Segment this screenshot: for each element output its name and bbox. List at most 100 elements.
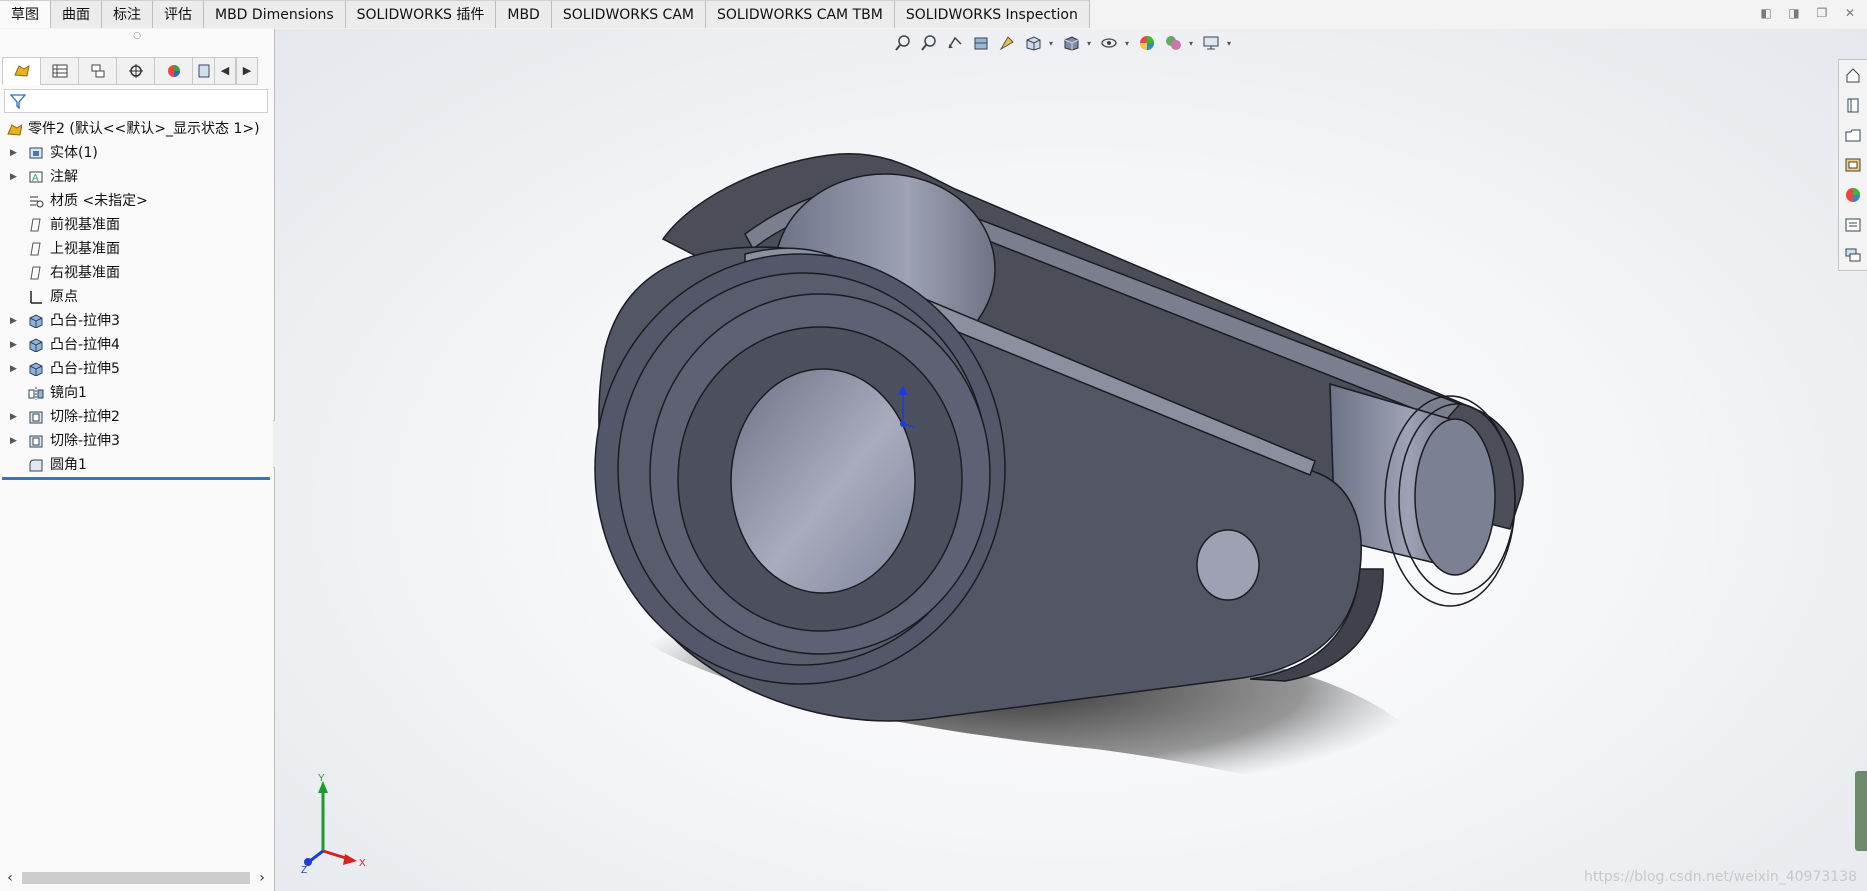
tree-item[interactable]: ▶ 切除-拉伸3 (0, 429, 274, 453)
tile-left-icon[interactable]: ◧ (1759, 6, 1773, 20)
feature-manager-icon (13, 64, 30, 77)
tree-horizontal-scrollbar[interactable]: ‹ › (2, 868, 270, 888)
file-explorer-icon[interactable] (1839, 120, 1867, 150)
restore-window-icon[interactable]: ❐ (1815, 6, 1829, 20)
tree-item-label: 切除-拉伸3 (50, 433, 120, 449)
tree-item[interactable]: ▶ 凸台-拉伸5 (0, 357, 274, 381)
custom-properties-icon[interactable] (1839, 210, 1867, 240)
tree-root-label: 零件2 (默认<<默认>_显示状态 1>) (28, 121, 260, 137)
property-manager-tab[interactable] (40, 57, 78, 85)
command-tab[interactable]: 标注 (102, 0, 153, 28)
tree-root-part[interactable]: 零件2 (默认<<默认>_显示状态 1>) (0, 117, 274, 141)
tree-item[interactable]: 右视基准面 (0, 261, 274, 285)
tree-item[interactable]: 圆角1 (0, 453, 274, 477)
command-tab[interactable]: SOLIDWORKS CAM TBM (705, 0, 895, 28)
model-render[interactable]: Y X Z (275, 29, 1867, 891)
display-manager-icon (167, 65, 180, 77)
forum-icon[interactable] (1839, 240, 1867, 270)
configuration-manager-tab[interactable] (78, 57, 116, 85)
plane-icon (30, 242, 41, 256)
view-palette-icon[interactable] (1839, 150, 1867, 180)
feature-tree: 零件2 (默认<<默认>_显示状态 1>) ▶ 实体(1) ▶ A 注解 材质 <未指定>… (0, 117, 274, 477)
scroll-thumb[interactable] (22, 872, 250, 884)
tabs-scroll-left-button[interactable]: ◀ (214, 57, 236, 85)
tree-item[interactable]: ▶ 实体(1) (0, 141, 274, 165)
filter-icon (9, 94, 27, 110)
tree-item[interactable]: ▶ 凸台-拉伸4 (0, 333, 274, 357)
close-window-icon[interactable]: ✕ (1843, 6, 1857, 20)
svg-text:A: A (32, 173, 39, 184)
expand-arrow-icon[interactable]: ▶ (10, 429, 20, 453)
command-tab[interactable]: SOLIDWORKS 插件 (345, 0, 497, 28)
tree-item-label: 前视基准面 (50, 217, 120, 233)
expand-arrow-icon[interactable]: ▶ (10, 309, 20, 333)
task-pane-tabs (1838, 59, 1867, 271)
tree-item[interactable]: ▶ A 注解 (0, 165, 274, 189)
material-icon (30, 196, 44, 208)
command-tab[interactable]: MBD Dimensions (204, 0, 346, 28)
tree-item[interactable]: ▶ 凸台-拉伸3 (0, 309, 274, 333)
tree-item-label: 材质 <未指定> (50, 193, 148, 209)
command-manager-tabbar: 草图 曲面 标注 评估 MBD Dimensions SOLIDWORKS 插件 MBD SO… (0, 0, 1867, 30)
tree-item-label: 镜向1 (50, 385, 87, 401)
tree-item[interactable]: 前视基准面 (0, 213, 274, 237)
command-tab[interactable]: SOLIDWORKS Inspection (894, 0, 1090, 28)
part-icon (7, 124, 22, 136)
tree-item[interactable]: 原点 (0, 285, 274, 309)
fillet-icon (29, 459, 43, 472)
window-controls: ◧ ◨ ❐ ✕ (1759, 6, 1857, 20)
triad-x-label: X (359, 858, 366, 869)
tree-item[interactable]: 材质 <未指定> (0, 189, 274, 213)
tree-item[interactable]: 上视基准面 (0, 237, 274, 261)
command-tab[interactable]: 评估 (153, 0, 204, 28)
scroll-left-arrow-icon[interactable]: ‹ (2, 868, 18, 888)
tree-item-label: 圆角1 (50, 457, 87, 473)
tree-item-label: 凸台-拉伸5 (50, 361, 120, 377)
solid-bodies-icon (29, 147, 43, 159)
feature-manager-tab[interactable] (2, 57, 40, 85)
expand-arrow-icon[interactable]: ▶ (10, 141, 20, 165)
design-library-icon[interactable] (1839, 90, 1867, 120)
appearances-scenes-icon[interactable] (1839, 180, 1867, 210)
rollback-bar[interactable] (2, 477, 270, 480)
part-geometry[interactable] (594, 152, 1524, 722)
command-tabs: 草图 曲面 标注 评估 MBD Dimensions SOLIDWORKS 插件 MBD SO… (0, 0, 1090, 29)
tree-item[interactable]: 镜向1 (0, 381, 274, 405)
graphics-area[interactable]: ▾ ▾ ▾ ▾ ▾ Y X Z https://blog.csdn.net/we… (275, 29, 1867, 891)
display-manager-tab[interactable] (154, 57, 192, 85)
boss-extrude-icon (29, 338, 43, 352)
dimxpert-icon (128, 64, 143, 78)
panel-sash[interactable]: ○ (0, 29, 274, 43)
property-manager-icon (52, 64, 67, 78)
command-tab[interactable]: SOLIDWORKS CAM (551, 0, 706, 28)
triad-y-label: Y (318, 773, 325, 784)
tile-right-icon[interactable]: ◨ (1787, 6, 1801, 20)
plane-icon (30, 218, 41, 232)
watermark-text: https://blog.csdn.net/weixin_40973138 (1583, 869, 1857, 885)
command-tab[interactable]: 草图 (0, 0, 51, 28)
tabs-scroll-right-button[interactable]: ▶ (236, 57, 258, 85)
command-tab[interactable]: MBD (496, 0, 552, 28)
tree-item-label: 凸台-拉伸4 (50, 337, 120, 353)
cut-extrude-icon (29, 435, 43, 448)
tree-item[interactable]: ▶ 切除-拉伸2 (0, 405, 274, 429)
triad-z-label: Z (301, 865, 307, 876)
tree-item-label: 右视基准面 (50, 265, 120, 281)
tree-item-label: 注解 (50, 169, 78, 185)
boss-extrude-icon (29, 362, 43, 376)
cam-manager-icon (198, 64, 209, 78)
tree-item-label: 上视基准面 (50, 241, 120, 257)
expand-arrow-icon[interactable]: ▶ (10, 333, 20, 357)
annotations-icon: A (29, 171, 43, 184)
cam-manager-tab[interactable] (192, 57, 214, 85)
plane-icon (30, 266, 41, 280)
tree-item-label: 凸台-拉伸3 (50, 313, 120, 329)
expand-arrow-icon[interactable]: ▶ (10, 165, 20, 189)
solidworks-resources-icon[interactable] (1839, 60, 1867, 90)
tree-filter-input[interactable] (4, 89, 268, 113)
scroll-right-arrow-icon[interactable]: › (254, 868, 270, 888)
expand-arrow-icon[interactable]: ▶ (10, 357, 20, 381)
expand-arrow-icon[interactable]: ▶ (10, 405, 20, 429)
dimxpert-manager-tab[interactable] (116, 57, 154, 85)
command-tab[interactable]: 曲面 (51, 0, 102, 28)
